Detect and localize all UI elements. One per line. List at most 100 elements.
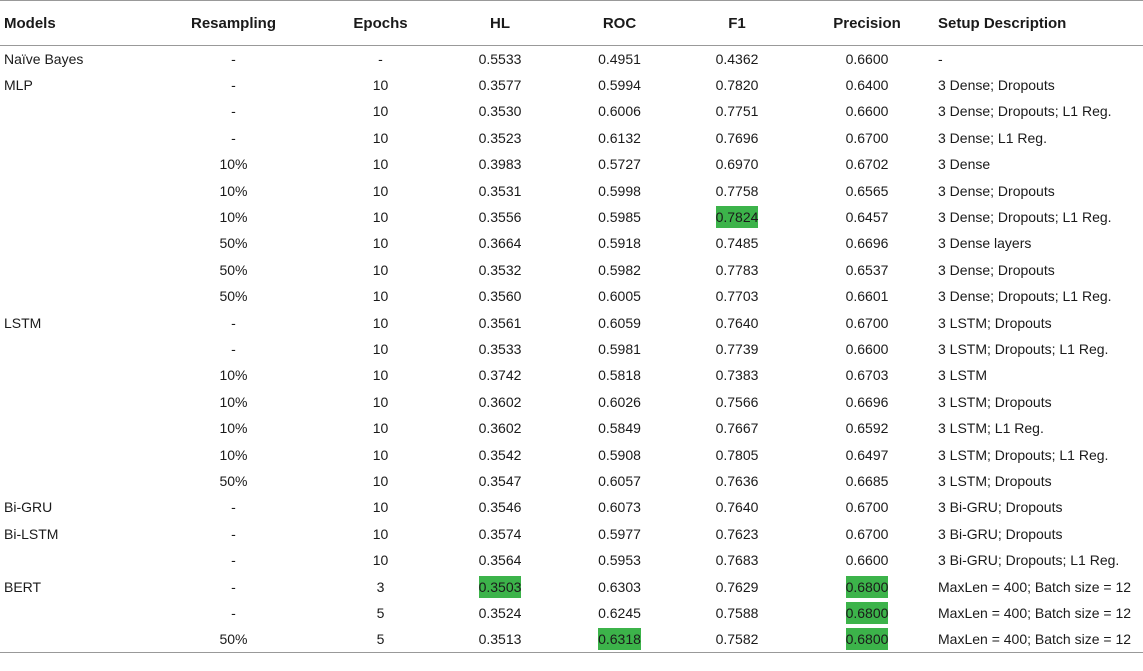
cell-resampling-value: -	[231, 103, 236, 120]
cell-precision: 0.6696	[796, 230, 938, 256]
cell-precision-value: 0.6700	[845, 314, 889, 331]
cell-roc-value: 0.5994	[598, 77, 641, 94]
cell-resampling-value: 10%	[219, 182, 248, 199]
cell-setup-description-value: 3 LSTM; Dropouts; L1 Reg.	[938, 446, 1109, 463]
header-row: Models Resampling Epochs HL ROC F1 Preci…	[0, 0, 1143, 46]
cell-precision: 0.6601	[796, 283, 938, 309]
cell-hl-value: 0.3602	[478, 420, 522, 437]
cell-f1-value: 0.4362	[715, 50, 759, 67]
cell-setup-description: MaxLen = 400; Batch size = 12	[938, 573, 1143, 599]
cell-setup-description: 3 Dense; Dropouts; L1 Reg.	[938, 98, 1143, 124]
cell-resampling: 10%	[145, 362, 322, 388]
cell-epochs: 10	[322, 125, 439, 151]
cell-setup-description: 3 LSTM; Dropouts	[938, 309, 1143, 335]
cell-epochs: 10	[322, 204, 439, 230]
cell-epochs: 10	[322, 309, 439, 335]
results-table: Models Resampling Epochs HL ROC F1 Preci…	[0, 0, 1143, 653]
cell-hl: 0.3503	[439, 573, 561, 599]
cell-epochs-value: 10	[372, 209, 389, 226]
cell-resampling: -	[145, 72, 322, 98]
cell-f1-value: 0.7566	[715, 393, 759, 410]
table-row: - 10 0.3564 0.5953 0.7683 0.6600 3 Bi-GRU; Dro…	[0, 547, 1143, 573]
cell-setup-description-value: 3 Dense layers	[938, 235, 1032, 252]
cell-resampling: -	[145, 125, 322, 151]
cell-precision-value: 0.6685	[845, 472, 889, 489]
cell-roc: 0.5994	[561, 72, 678, 98]
cell-setup-description: MaxLen = 400; Batch size = 12	[938, 600, 1143, 626]
cell-resampling-value: -	[231, 314, 236, 331]
cell-resampling-value: 10%	[219, 367, 248, 384]
cell-roc: 0.5982	[561, 257, 678, 283]
cell-model	[0, 336, 145, 362]
cell-setup-description-value: -	[938, 50, 943, 67]
cell-resampling-value: 10%	[219, 209, 248, 226]
cell-hl-value: 0.3542	[478, 446, 522, 463]
cell-f1: 0.7485	[678, 230, 796, 256]
cell-precision: 0.6685	[796, 468, 938, 494]
cell-roc: 0.5818	[561, 362, 678, 388]
cell-precision: 0.6700	[796, 521, 938, 547]
header-f1: F1	[678, 0, 796, 46]
cell-epochs: 10	[322, 468, 439, 494]
cell-hl-value: 0.3531	[478, 182, 522, 199]
cell-resampling: -	[145, 309, 322, 335]
cell-epochs: 3	[322, 573, 439, 599]
table-row: 10% 10 0.3602 0.6026 0.7566 0.6696 3 LSTM; Dro…	[0, 389, 1143, 415]
cell-f1: 0.7703	[678, 283, 796, 309]
table-row: 10% 10 0.3531 0.5998 0.7758 0.6565 3 Dense; Dr…	[0, 177, 1143, 203]
header-roc: ROC	[561, 0, 678, 46]
cell-roc-value: 0.5981	[598, 340, 641, 357]
cell-precision: 0.6600	[796, 98, 938, 124]
cell-resampling: 10%	[145, 441, 322, 467]
cell-setup-description-value: MaxLen = 400; Batch size = 12	[938, 631, 1132, 648]
cell-setup-description-value: 3 Dense; Dropouts; L1 Reg.	[938, 209, 1112, 226]
cell-f1: 0.7582	[678, 626, 796, 653]
cell-resampling: -	[145, 547, 322, 573]
cell-roc-value: 0.5982	[598, 261, 641, 278]
cell-epochs-value: 10	[372, 472, 389, 489]
cell-precision-value: 0.6600	[845, 50, 889, 67]
cell-f1-value: 0.7588	[715, 604, 759, 621]
cell-f1-value: 0.7623	[715, 525, 759, 542]
cell-resampling-value: -	[231, 578, 236, 595]
cell-f1: 0.7805	[678, 441, 796, 467]
cell-hl: 0.3561	[439, 309, 561, 335]
cell-roc-value: 0.6057	[598, 472, 641, 489]
cell-resampling: 50%	[145, 230, 322, 256]
cell-resampling-value: 10%	[219, 393, 248, 410]
cell-precision: 0.6700	[796, 494, 938, 520]
cell-epochs-value: 10	[372, 261, 389, 278]
cell-epochs: 10	[322, 230, 439, 256]
cell-epochs-value: 10	[372, 182, 389, 199]
cell-f1: 0.7751	[678, 98, 796, 124]
cell-precision: 0.6800	[796, 573, 938, 599]
cell-f1-value: 0.7582	[715, 631, 759, 648]
cell-precision-value: 0.6600	[845, 340, 889, 357]
cell-setup-description: 3 LSTM; Dropouts	[938, 468, 1143, 494]
cell-epochs: 10	[322, 283, 439, 309]
cell-setup-description: 3 Dense layers	[938, 230, 1143, 256]
cell-resampling: 10%	[145, 204, 322, 230]
cell-f1: 0.7588	[678, 600, 796, 626]
table-row: 10% 10 0.3542 0.5908 0.7805 0.6497 3 LSTM; Dro…	[0, 441, 1143, 467]
cell-precision: 0.6400	[796, 72, 938, 98]
table-row: - 5 0.3524 0.6245 0.7588 0.6800 MaxLen = 400; …	[0, 600, 1143, 626]
cell-epochs: 5	[322, 626, 439, 653]
cell-f1-value: 0.7485	[715, 235, 759, 252]
cell-f1: 0.7640	[678, 309, 796, 335]
cell-model	[0, 600, 145, 626]
cell-roc: 0.6057	[561, 468, 678, 494]
cell-resampling-value: 50%	[219, 288, 248, 305]
header-precision: Precision	[796, 0, 938, 46]
cell-setup-description: 3 Dense; Dropouts	[938, 177, 1143, 203]
cell-precision: 0.6497	[796, 441, 938, 467]
cell-f1: 0.7623	[678, 521, 796, 547]
cell-model	[0, 415, 145, 441]
cell-setup-description-value: 3 Dense; Dropouts	[938, 182, 1055, 199]
table-row: MLP - 10 0.3577 0.5994 0.7820 0.6400 3 Dense; D…	[0, 72, 1143, 98]
cell-model-value: Bi-LSTM	[4, 525, 59, 542]
cell-model-value: MLP	[4, 77, 33, 94]
cell-roc: 0.5849	[561, 415, 678, 441]
cell-roc: 0.5908	[561, 441, 678, 467]
cell-roc-value: 0.6303	[598, 578, 641, 595]
